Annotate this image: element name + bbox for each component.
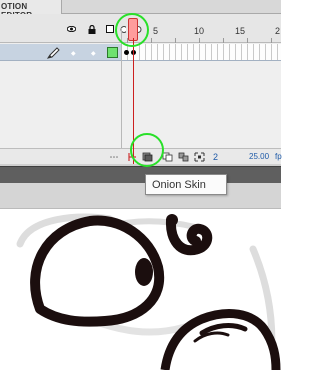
keyframe[interactable]: [124, 50, 129, 55]
highlight-circle-onion-skin-button: [130, 133, 164, 167]
ruler-tick: [199, 38, 200, 43]
lock-icon[interactable]: [88, 25, 96, 34]
stage-canvas[interactable]: [0, 209, 281, 370]
ruler-tick: [271, 38, 272, 43]
tooltip-text: Onion Skin: [152, 179, 206, 191]
frame-rate-readout[interactable]: 25.00: [249, 152, 269, 161]
eye-icon[interactable]: [67, 26, 76, 32]
resize-grip-icon[interactable]: [110, 154, 118, 160]
cartoon-character-drawing: [16, 213, 281, 370]
pencil-icon: [47, 47, 60, 59]
ruler-number: 15: [235, 26, 246, 36]
layer-outline-color-swatch[interactable]: [107, 47, 118, 58]
ruler-number: 5: [153, 26, 159, 36]
highlight-circle-onion-markers: [115, 13, 149, 47]
layer-lock-dot[interactable]: ◆: [91, 51, 96, 57]
ruler-number: 2: [275, 26, 281, 36]
flash-editor-screenshot: OTION EDITOR 5 10 15 2: [0, 0, 282, 370]
frame-rate-unit: fp: [275, 152, 282, 161]
stage-edit-bar: [0, 183, 281, 209]
edit-multiple-frames-icon[interactable]: [178, 152, 189, 162]
onion-skin-tooltip: Onion Skin: [145, 174, 227, 195]
layer-visible-dot[interactable]: ◆: [71, 51, 76, 57]
layers-frames-divider[interactable]: [121, 28, 122, 148]
outline-icon[interactable]: [106, 25, 114, 33]
ruler-tick: [175, 38, 176, 43]
ruler-number: 10: [194, 26, 205, 36]
current-frame-readout[interactable]: 2: [213, 152, 218, 162]
onion-skin-outlines-icon[interactable]: [162, 152, 173, 162]
frame-cells[interactable]: [122, 44, 281, 61]
modify-markers-icon[interactable]: [194, 152, 205, 162]
ruler-tick: [151, 38, 152, 43]
tab-motion-editor[interactable]: OTION EDITOR: [0, 0, 62, 20]
panel-tab-strip: OTION EDITOR: [0, 0, 281, 20]
panel-separator-bar: [0, 166, 281, 183]
ruler-tick: [247, 38, 248, 43]
ruler-tick: [223, 38, 224, 43]
